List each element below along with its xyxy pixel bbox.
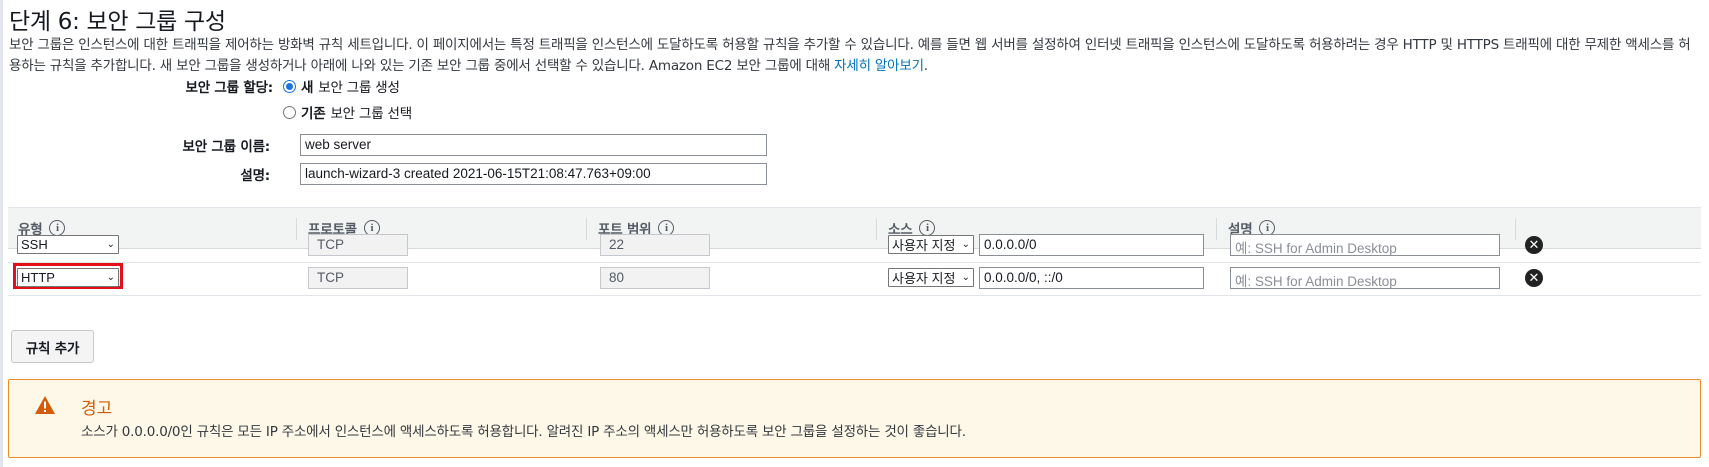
port-range-field: 22	[600, 234, 710, 256]
security-group-description-input[interactable]: launch-wizard-3 created 2021-06-15T21:08…	[300, 163, 767, 185]
chevron-down-icon: ⌄	[961, 272, 970, 283]
warning-icon	[35, 396, 55, 414]
warning-text: 소스가 0.0.0.0/0인 규칙은 모든 IP 주소에서 인스턴스에 액세스하…	[81, 424, 966, 440]
type-select-value: SSH	[21, 237, 48, 252]
type-select-value: HTTP	[21, 270, 55, 285]
source-type-select[interactable]: 사용자 지정 ⌄	[888, 235, 974, 254]
table-row: SSH ⌄ TCP 22 사용자 지정 ⌄ 0.0.0.0/0 예: SSH for…	[8, 227, 1701, 263]
delete-rule-icon[interactable]: ✕	[1525, 236, 1543, 254]
chevron-down-icon: ⌄	[106, 239, 115, 250]
delete-rule-icon[interactable]: ✕	[1525, 269, 1543, 287]
left-border	[0, 0, 3, 467]
source-type-select-value: 사용자 지정	[892, 271, 956, 286]
rule-description-input[interactable]: 예: SSH for Admin Desktop	[1230, 267, 1500, 289]
protocol-field: TCP	[308, 267, 408, 289]
radio-existing-security-group[interactable]: 기존 보안 그룹 선택	[283, 102, 412, 122]
warning-alert: 경고 소스가 0.0.0.0/0인 규칙은 모든 IP 주소에서 인스턴스에 액…	[8, 379, 1701, 458]
source-cidr-input[interactable]: 0.0.0.0/0, ::/0	[979, 267, 1204, 289]
radio-existing-bold: 기존	[301, 106, 326, 122]
radio-new-bold: 새	[301, 80, 314, 96]
learn-more-link[interactable]: 자세히 알아보기	[834, 58, 924, 74]
radio-button-unselected[interactable]	[283, 105, 296, 119]
radio-button-selected[interactable]	[283, 79, 296, 93]
chevron-down-icon: ⌄	[961, 239, 970, 250]
type-select[interactable]: HTTP ⌄	[17, 268, 119, 287]
description-end: .	[923, 58, 928, 74]
page-description: 보안 그룹은 인스턴스에 대한 트래픽을 제어하는 방화벽 규칙 세트입니다. …	[9, 35, 1699, 77]
protocol-field: TCP	[308, 234, 408, 256]
security-group-description-label: 설명:	[240, 168, 270, 184]
source-cidr-input[interactable]: 0.0.0.0/0	[979, 234, 1204, 256]
port-range-field: 80	[600, 267, 710, 289]
add-rule-button[interactable]: 규칙 추가	[11, 330, 94, 363]
rules-table: 유형 i 프로토콜 i 포트 범위 i 소스 i 설명 i SSH ⌄ TCP 2…	[8, 207, 1701, 323]
warning-title: 경고	[81, 399, 113, 419]
source-type-select[interactable]: 사용자 지정 ⌄	[888, 268, 974, 287]
radio-new-security-group[interactable]: 새 보안 그룹 생성	[283, 76, 400, 96]
security-group-name-label: 보안 그룹 이름:	[182, 139, 270, 155]
table-row: HTTP ⌄ TCP 80 사용자 지정 ⌄ 0.0.0.0/0, ::/0 예: …	[8, 260, 1701, 296]
rule-description-input[interactable]: 예: SSH for Admin Desktop	[1230, 234, 1500, 256]
page-title: 단계 6: 보안 그룹 구성	[9, 9, 226, 35]
type-select[interactable]: SSH ⌄	[17, 235, 119, 254]
chevron-down-icon: ⌄	[106, 272, 115, 283]
assign-security-group-label: 보안 그룹 할당:	[185, 80, 273, 96]
source-type-select-value: 사용자 지정	[892, 238, 956, 253]
security-group-name-input[interactable]: web server	[300, 134, 767, 156]
radio-new-label: 보안 그룹 생성	[318, 80, 400, 96]
radio-existing-label: 보안 그룹 선택	[330, 106, 412, 122]
